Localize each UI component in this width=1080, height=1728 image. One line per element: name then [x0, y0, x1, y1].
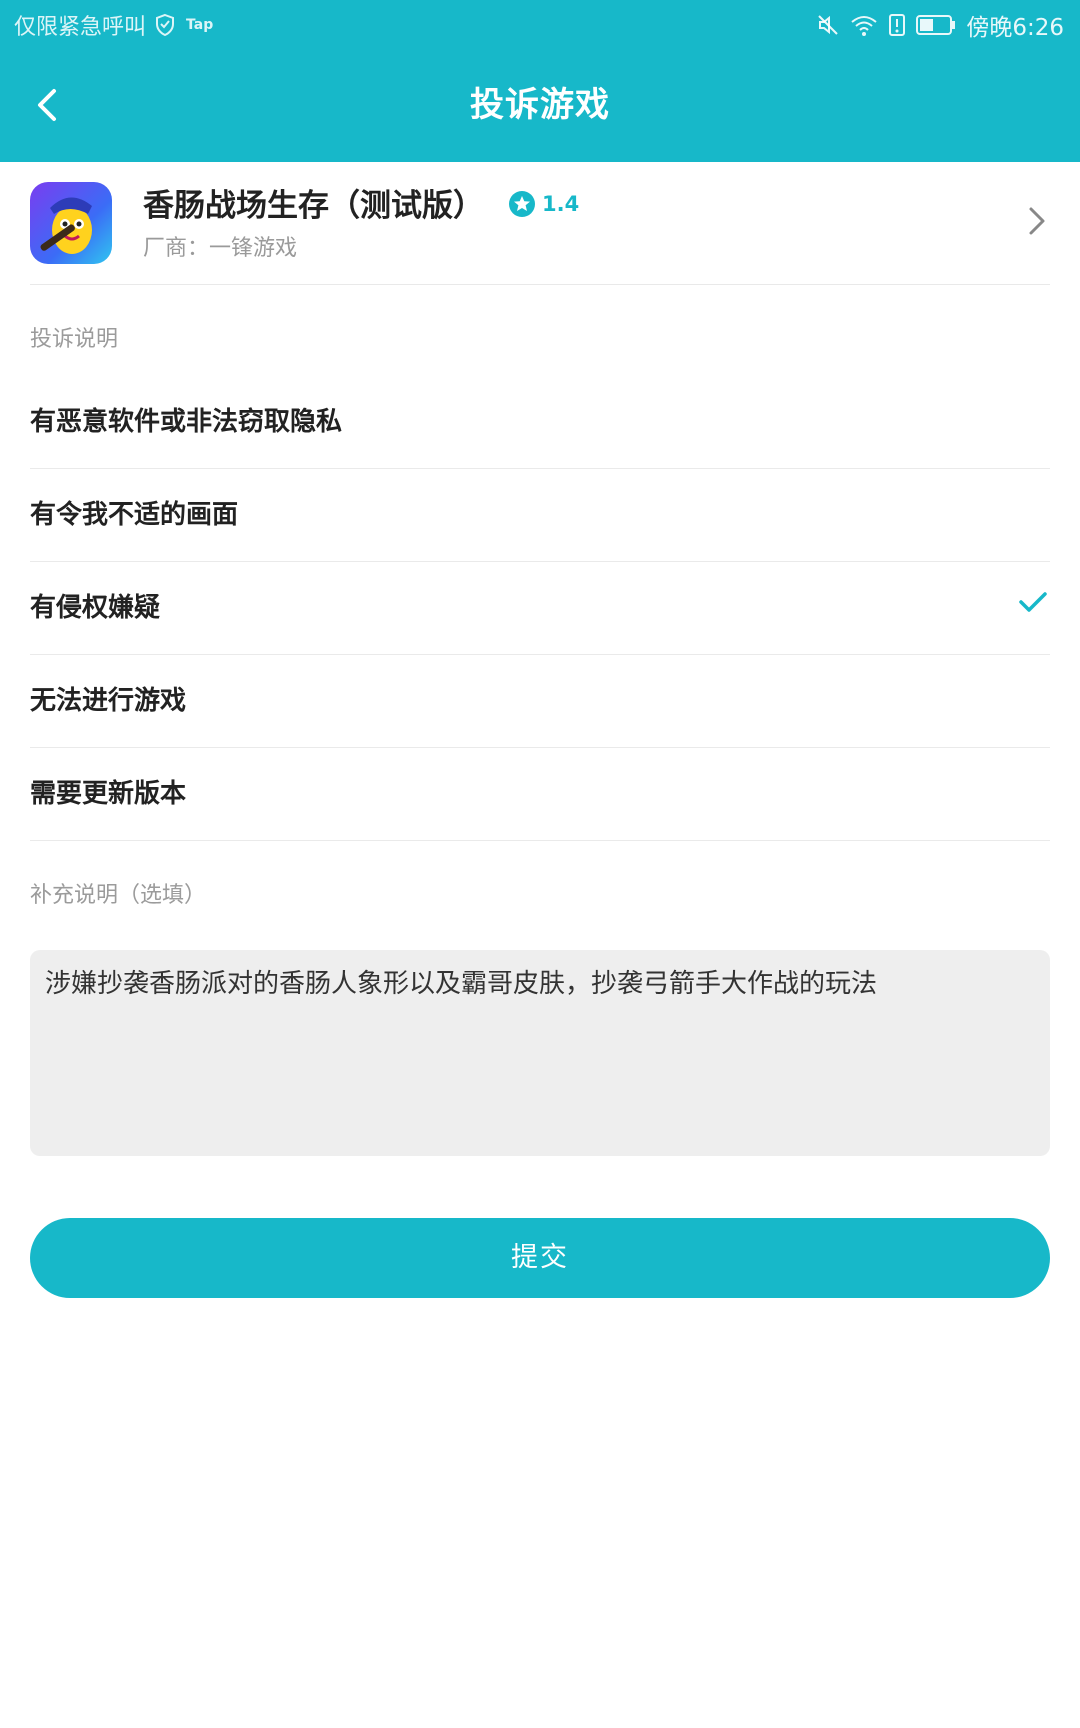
star-icon [509, 191, 535, 217]
option-label: 有令我不适的画面 [30, 500, 239, 530]
battery-icon [916, 15, 956, 35]
option-cannot-play[interactable]: 无法进行游戏 [30, 655, 1050, 748]
option-needs-update[interactable]: 需要更新版本 [30, 748, 1050, 841]
supplement-textarea[interactable]: 涉嫌抄袭香肠派对的香肠人象形以及霸哥皮肤，抄袭弓箭手大作战的玩法 [30, 950, 1050, 1156]
option-malware[interactable]: 有恶意软件或非法窃取隐私 [30, 376, 1050, 469]
option-label: 有恶意软件或非法窃取隐私 [30, 407, 343, 437]
complaint-section-label: 投诉说明 [30, 327, 119, 352]
vendor-text: 厂商：一锋游戏 [143, 236, 298, 261]
tap-logo: Tap [186, 17, 214, 33]
option-infringement[interactable]: 有侵权嫌疑 [30, 562, 1050, 655]
sim-alert-icon [889, 14, 906, 36]
rating-badge: 1.4 [508, 190, 579, 218]
option-label: 需要更新版本 [30, 779, 187, 809]
status-bar-left: 仅限紧急呼叫 Tap [14, 8, 213, 42]
chevron-right-icon [1029, 207, 1045, 235]
app-header: 仅限紧急呼叫 Tap 傍晚6:26 投诉游戏 [0, 0, 1080, 162]
game-info-row[interactable]: 香肠战场生存（测试版） 1.4 厂商：一锋游戏 [30, 162, 1050, 285]
status-bar-right: 傍晚6:26 [816, 8, 1064, 42]
checkmark-icon [1019, 592, 1047, 612]
wifi-icon [851, 16, 877, 36]
game-name: 香肠战场生存（测试版） [143, 188, 484, 224]
supplement-text: 涉嫌抄袭香肠派对的香肠人象形以及霸哥皮肤，抄袭弓箭手大作战的玩法 [45, 969, 878, 999]
submit-button[interactable]: 提交 [30, 1218, 1050, 1298]
clock: 傍晚6:26 [966, 15, 1064, 41]
option-label: 有侵权嫌疑 [30, 593, 161, 623]
emergency-call-text: 仅限紧急呼叫 [14, 15, 147, 40]
supplement-section-label: 补充说明（选填） [30, 883, 207, 908]
mute-icon [818, 15, 839, 35]
option-label: 无法进行游戏 [30, 686, 187, 716]
page-title: 投诉游戏 [470, 85, 610, 125]
option-uncomfortable-content[interactable]: 有令我不适的画面 [30, 469, 1050, 562]
game-icon [30, 182, 112, 264]
rating-value: 1.4 [542, 192, 580, 216]
shield-icon [156, 13, 175, 37]
